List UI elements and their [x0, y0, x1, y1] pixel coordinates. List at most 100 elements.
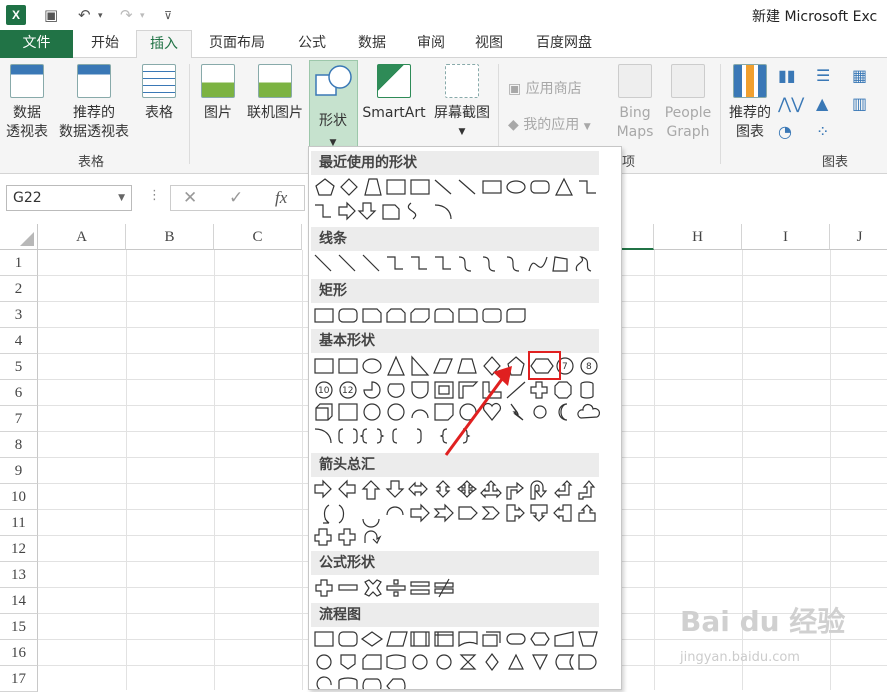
row-header[interactable]: 8: [0, 432, 38, 458]
row-header[interactable]: 17: [0, 666, 38, 692]
pentagon-shape[interactable]: [315, 178, 335, 196]
smiley-face-shape[interactable]: [459, 403, 477, 421]
striped-right-arrow-shape[interactable]: [410, 503, 430, 523]
trapezoid-shape[interactable]: [457, 358, 477, 374]
redo-dropdown-icon[interactable]: ▾: [140, 11, 145, 21]
sun-shape[interactable]: [533, 405, 547, 419]
undo-dropdown-icon[interactable]: ▾: [98, 11, 103, 21]
row-header[interactable]: 16: [0, 640, 38, 666]
recommended-charts-button[interactable]: 推荐的 图表: [724, 64, 776, 142]
trapezoid-shape[interactable]: [364, 178, 382, 196]
row-header[interactable]: 7: [0, 406, 38, 432]
table-button[interactable]: 表格: [136, 64, 182, 123]
area-chart-icon[interactable]: ▲: [816, 94, 828, 113]
snip-single-corner-rectangle-shape[interactable]: [362, 308, 382, 323]
bent-arrow-shape[interactable]: [506, 481, 524, 500]
row-header[interactable]: 5: [0, 354, 38, 380]
column-header-c[interactable]: C: [214, 224, 302, 250]
flowchart-magnetic-disk-shape[interactable]: [338, 677, 358, 690]
plus-shape[interactable]: [315, 579, 333, 597]
l-shape[interactable]: [482, 381, 502, 399]
curved-arrow-connector-shape[interactable]: [482, 256, 496, 272]
pentagon-shape[interactable]: [507, 356, 525, 376]
flowchart-internal-storage-shape[interactable]: [434, 631, 454, 647]
block-arc-shape[interactable]: [411, 409, 429, 419]
line-shape[interactable]: [434, 179, 452, 195]
curved-right-arrow-shape[interactable]: [323, 504, 330, 524]
left-arrow-shape[interactable]: [338, 479, 356, 499]
row-header[interactable]: 9: [0, 458, 38, 484]
line-chart-icon[interactable]: ⋀⋁: [778, 94, 804, 113]
name-box-dropdown-icon[interactable]: ▼: [118, 186, 125, 210]
left-bracket-shape[interactable]: [392, 428, 398, 444]
row-header[interactable]: 6: [0, 380, 38, 406]
up-arrow-shape[interactable]: [361, 480, 381, 500]
tab-view[interactable]: 视图: [462, 30, 516, 58]
tab-baidu-netdisk[interactable]: 百度网盘: [522, 30, 606, 58]
down-arrow-shape[interactable]: [357, 202, 377, 220]
flowchart-or-shape[interactable]: [436, 654, 452, 670]
row-header[interactable]: 4: [0, 328, 38, 354]
flowchart-preparation-shape[interactable]: [530, 632, 550, 646]
teardrop-shape[interactable]: [411, 381, 429, 399]
scatter-chart-icon[interactable]: ⁘: [816, 122, 829, 141]
arrow-line-shape[interactable]: [458, 179, 476, 195]
row-header[interactable]: 15: [0, 614, 38, 640]
row-header[interactable]: 10: [0, 484, 38, 510]
online-picture-button[interactable]: 联机图片: [242, 64, 308, 123]
text-box-shape[interactable]: [386, 179, 406, 195]
flowchart-multidocument-shape[interactable]: [482, 631, 501, 647]
curve-shape[interactable]: [528, 256, 548, 272]
flowchart-delay-shape[interactable]: [578, 654, 597, 670]
right-arrow-callout-shape[interactable]: [506, 504, 525, 522]
quad-arrow-shape[interactable]: [457, 480, 477, 498]
equal-shape[interactable]: [410, 581, 430, 595]
triangle-shape[interactable]: [555, 177, 573, 196]
curved-down-arrow-shape[interactable]: [386, 506, 404, 516]
flowchart-direct-access-storage-shape[interactable]: [362, 678, 382, 690]
half-frame-shape[interactable]: [458, 381, 479, 399]
flowchart-predefined-process-shape[interactable]: [410, 631, 430, 647]
left-right-arrow-shape[interactable]: [408, 481, 428, 497]
round-same-side-rectangle-shape[interactable]: [482, 308, 502, 323]
curved-double-arrow-shape[interactable]: [506, 256, 520, 272]
elbow-arrow-connector-shape[interactable]: [411, 256, 427, 270]
name-box[interactable]: G22 ▼: [6, 185, 132, 211]
cancel-icon[interactable]: ✕: [183, 186, 197, 210]
row-header[interactable]: 14: [0, 588, 38, 614]
chord-shape[interactable]: [387, 383, 405, 398]
flowchart-offpage-connector-shape[interactable]: [340, 654, 356, 670]
left-brace-shape[interactable]: [439, 428, 448, 444]
right-arrow-shape[interactable]: [338, 201, 356, 221]
snip-rectangle-shape[interactable]: [382, 204, 400, 220]
flowchart-punched-tape-shape[interactable]: [386, 654, 406, 670]
isosceles-triangle-shape[interactable]: [387, 355, 405, 376]
flowchart-terminator-shape[interactable]: [506, 633, 526, 645]
tab-page-layout[interactable]: 页面布局: [196, 30, 278, 58]
pentagon-arrow-shape[interactable]: [458, 506, 478, 520]
up-arrow-callout-shape[interactable]: [578, 504, 596, 522]
heart-shape[interactable]: [482, 402, 502, 421]
column-chart-icon[interactable]: ▮▮: [778, 66, 796, 85]
pivot-table-button[interactable]: 数据 透视表: [2, 64, 52, 142]
flowchart-display-shape[interactable]: [386, 678, 406, 690]
plaque-shape[interactable]: [554, 381, 572, 399]
elbow-connector-shape[interactable]: [579, 180, 596, 194]
row-header[interactable]: 2: [0, 276, 38, 302]
down-arrow-shape[interactable]: [385, 480, 405, 498]
flowchart-summing-junction-shape[interactable]: [412, 654, 428, 670]
rectangle-shape[interactable]: [314, 308, 334, 323]
row-header[interactable]: 1: [0, 250, 38, 276]
combo-chart-icon[interactable]: ▥: [852, 94, 867, 113]
column-header-a[interactable]: A: [38, 224, 126, 250]
column-header-g[interactable]: [622, 224, 654, 250]
arrow-line-shape[interactable]: [338, 254, 356, 272]
folded-corner-shape[interactable]: [434, 403, 454, 421]
rounded-rectangle-shape[interactable]: [338, 308, 358, 323]
diamond-shape[interactable]: [340, 178, 358, 196]
smartart-button[interactable]: SmartArt: [360, 64, 428, 123]
curved-up-arrow-shape[interactable]: [362, 518, 380, 528]
vertical-text-box-shape[interactable]: [338, 358, 358, 374]
flowchart-manual-operation-shape[interactable]: [578, 631, 598, 647]
double-bracket-shape[interactable]: [338, 428, 358, 444]
